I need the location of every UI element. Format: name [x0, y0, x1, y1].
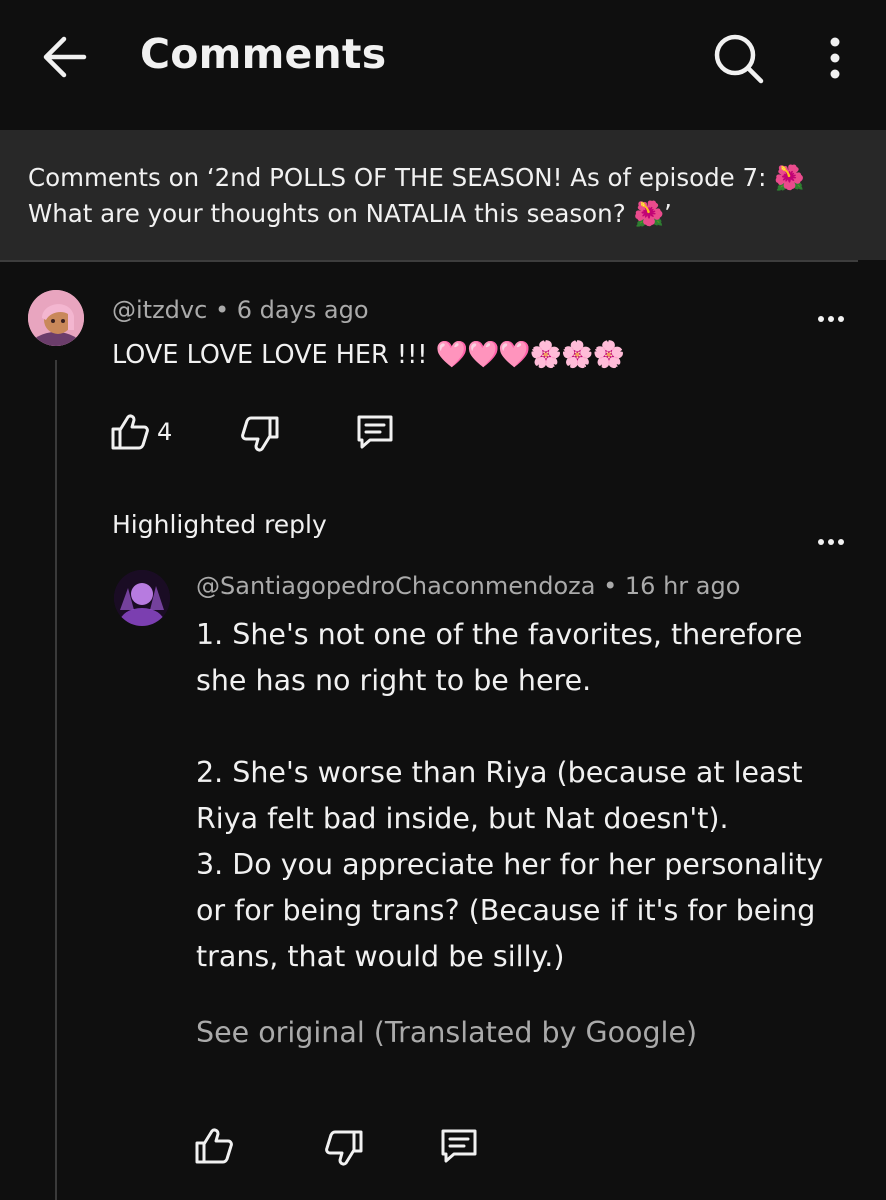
back-arrow-icon[interactable]: [38, 34, 90, 80]
highlighted-reply-label: Highlighted reply: [112, 510, 327, 539]
video-context-text: Comments on ‘2nd POLLS OF THE SEASON! As…: [28, 163, 805, 228]
top-app-bar: Comments: [0, 0, 886, 130]
thumbs-up-icon[interactable]: [110, 412, 150, 452]
reply-meta: @SantiagopedroChaconmendoza • 16 hr ago: [196, 572, 740, 600]
see-original-link[interactable]: See original (Translated by Google): [196, 1016, 697, 1049]
reply-comment-icon[interactable]: [438, 1126, 478, 1166]
search-icon[interactable]: [710, 30, 766, 86]
thumbs-up-icon[interactable]: [194, 1126, 234, 1166]
meta-separator: •: [603, 572, 625, 600]
comment-text: LOVE LOVE LOVE HER !!! 🩷🩷🩷🌸🌸🌸: [112, 340, 625, 370]
avatar[interactable]: [28, 290, 84, 346]
comment-meta: @itzdvc • 6 days ago: [112, 296, 369, 324]
reply-author[interactable]: @SantiagopedroChaconmendoza: [196, 572, 595, 600]
reply-time: 16 hr ago: [624, 572, 741, 600]
comment-time: 6 days ago: [236, 296, 369, 324]
reply-text: 1. She's not one of the favorites, there…: [196, 618, 824, 973]
avatar[interactable]: [114, 570, 170, 626]
reply-comment-icon[interactable]: [354, 412, 394, 452]
comment-author[interactable]: @itzdvc: [112, 296, 207, 324]
page-title: Comments: [140, 30, 387, 78]
more-vertical-icon[interactable]: [820, 36, 850, 80]
comment-emojis: 🩷🩷🩷🌸🌸🌸: [435, 340, 625, 370]
divider: [0, 260, 858, 262]
thumbs-down-icon[interactable]: [324, 1128, 364, 1168]
thumbs-down-icon[interactable]: [240, 414, 280, 454]
reply-thread-line: [55, 360, 57, 1200]
meta-separator: •: [214, 296, 237, 324]
more-horizontal-icon[interactable]: [816, 532, 846, 552]
more-horizontal-icon[interactable]: [816, 309, 846, 329]
comment-body: LOVE LOVE LOVE HER !!!: [112, 340, 428, 370]
like-count: 4: [157, 418, 173, 446]
